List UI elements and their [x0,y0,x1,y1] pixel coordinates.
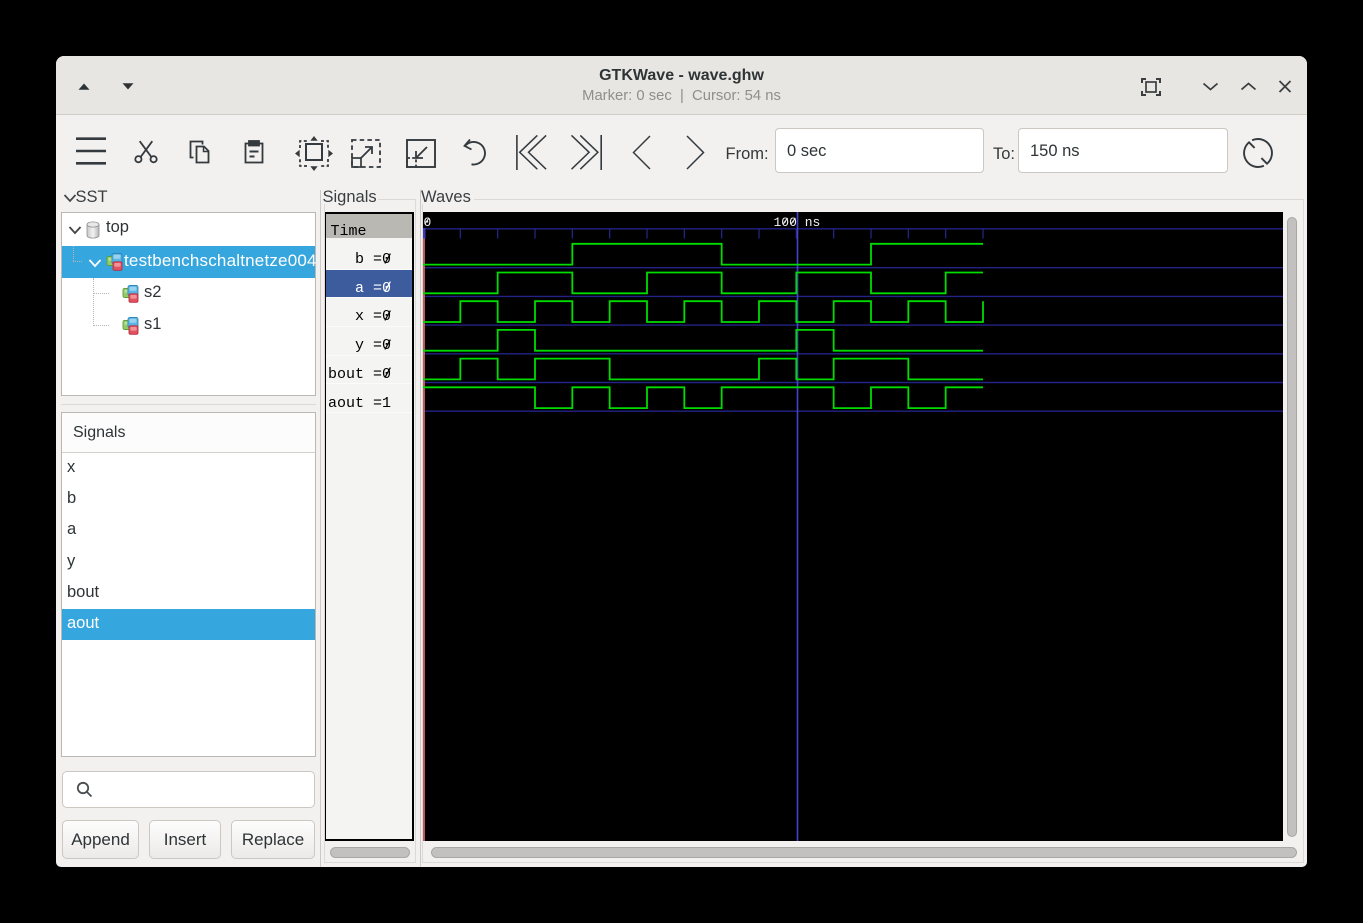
svg-text:100 ns: 100 ns [774,215,821,230]
svg-text:0: 0 [424,215,432,230]
